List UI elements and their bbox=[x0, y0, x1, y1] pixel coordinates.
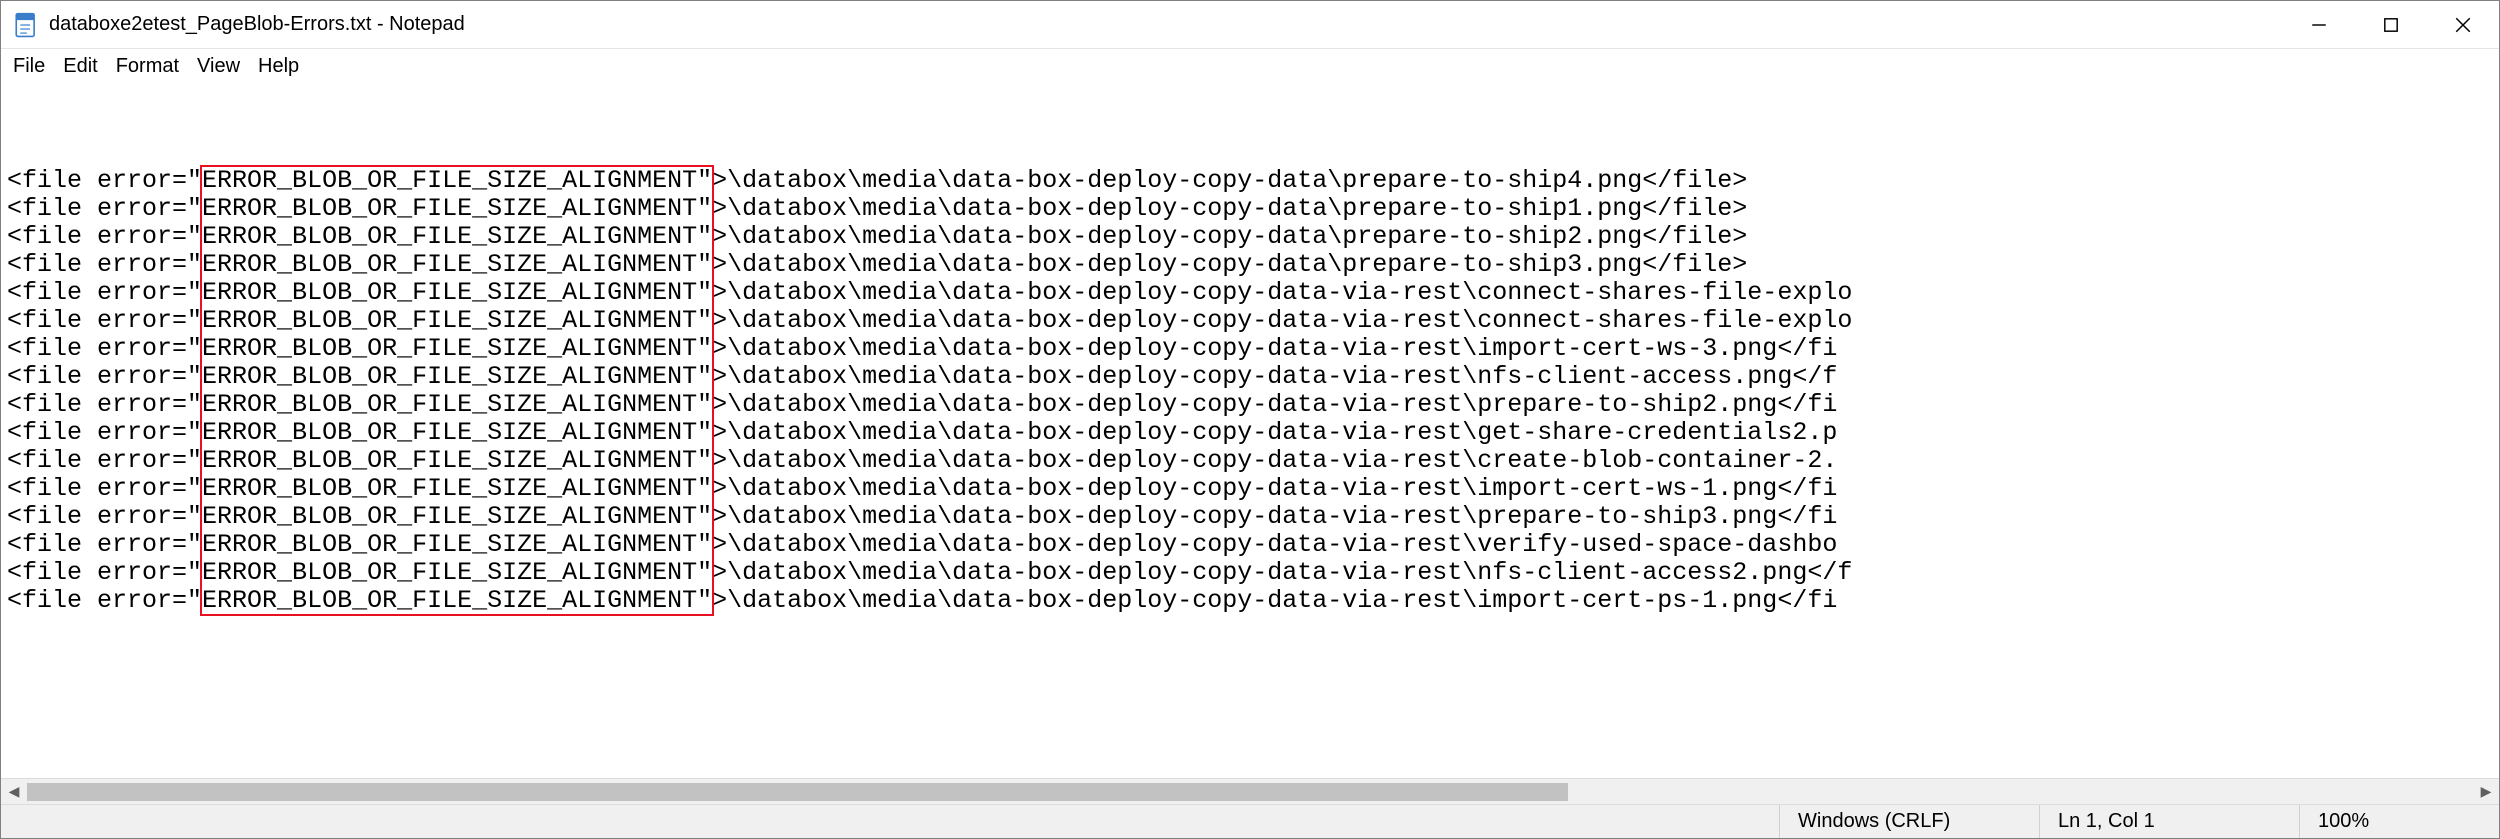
line-prefix: <file error=" bbox=[7, 447, 202, 475]
scroll-left-arrow[interactable]: ◀ bbox=[1, 779, 27, 805]
window-title: databoxe2etest_PageBlob-Errors.txt - Not… bbox=[49, 13, 465, 36]
line-prefix: <file error=" bbox=[7, 167, 202, 195]
scroll-right-arrow[interactable]: ▶ bbox=[2473, 779, 2499, 805]
line-prefix: <file error=" bbox=[7, 195, 202, 223]
menu-view[interactable]: View bbox=[189, 53, 248, 80]
scroll-track[interactable] bbox=[27, 779, 2473, 804]
text-area[interactable]: <file error="ERROR_BLOB_OR_FILE_SIZE_ALI… bbox=[1, 83, 2499, 778]
line-error-code: ERROR_BLOB_OR_FILE_SIZE_ALIGNMENT" bbox=[202, 335, 712, 363]
line-prefix: <file error=" bbox=[7, 251, 202, 279]
line-prefix: <file error=" bbox=[7, 587, 202, 615]
menu-format[interactable]: Format bbox=[108, 53, 187, 80]
text-line[interactable]: <file error="ERROR_BLOB_OR_FILE_SIZE_ALI… bbox=[7, 167, 2493, 195]
line-path: >\databox\media\data-box-deploy-copy-dat… bbox=[712, 475, 1837, 503]
line-prefix: <file error=" bbox=[7, 531, 202, 559]
text-line[interactable]: <file error="ERROR_BLOB_OR_FILE_SIZE_ALI… bbox=[7, 223, 2493, 251]
minimize-button[interactable] bbox=[2283, 1, 2355, 48]
line-error-code: ERROR_BLOB_OR_FILE_SIZE_ALIGNMENT" bbox=[202, 363, 712, 391]
notepad-icon bbox=[13, 12, 39, 38]
line-error-code: ERROR_BLOB_OR_FILE_SIZE_ALIGNMENT" bbox=[202, 195, 712, 223]
line-prefix: <file error=" bbox=[7, 419, 202, 447]
line-prefix: <file error=" bbox=[7, 391, 202, 419]
text-line[interactable]: <file error="ERROR_BLOB_OR_FILE_SIZE_ALI… bbox=[7, 503, 2493, 531]
text-line[interactable]: <file error="ERROR_BLOB_OR_FILE_SIZE_ALI… bbox=[7, 363, 2493, 391]
menu-help[interactable]: Help bbox=[250, 53, 307, 80]
line-path: >\databox\media\data-box-deploy-copy-dat… bbox=[712, 251, 1747, 279]
line-path: >\databox\media\data-box-deploy-copy-dat… bbox=[712, 587, 1837, 615]
status-zoom: 100% bbox=[2299, 805, 2499, 838]
line-error-code: ERROR_BLOB_OR_FILE_SIZE_ALIGNMENT" bbox=[202, 167, 712, 195]
line-path: >\databox\media\data-box-deploy-copy-dat… bbox=[712, 195, 1747, 223]
line-prefix: <file error=" bbox=[7, 363, 202, 391]
text-line[interactable]: <file error="ERROR_BLOB_OR_FILE_SIZE_ALI… bbox=[7, 195, 2493, 223]
line-error-code: ERROR_BLOB_OR_FILE_SIZE_ALIGNMENT" bbox=[202, 279, 712, 307]
line-prefix: <file error=" bbox=[7, 559, 202, 587]
titlebar[interactable]: databoxe2etest_PageBlob-Errors.txt - Not… bbox=[1, 1, 2499, 49]
line-error-code: ERROR_BLOB_OR_FILE_SIZE_ALIGNMENT" bbox=[202, 503, 712, 531]
line-path: >\databox\media\data-box-deploy-copy-dat… bbox=[712, 167, 1747, 195]
text-line[interactable]: <file error="ERROR_BLOB_OR_FILE_SIZE_ALI… bbox=[7, 531, 2493, 559]
text-line[interactable]: <file error="ERROR_BLOB_OR_FILE_SIZE_ALI… bbox=[7, 335, 2493, 363]
maximize-button[interactable] bbox=[2355, 1, 2427, 48]
scroll-thumb[interactable] bbox=[27, 783, 1568, 801]
text-line[interactable]: <file error="ERROR_BLOB_OR_FILE_SIZE_ALI… bbox=[7, 251, 2493, 279]
line-error-code: ERROR_BLOB_OR_FILE_SIZE_ALIGNMENT" bbox=[202, 419, 712, 447]
line-error-code: ERROR_BLOB_OR_FILE_SIZE_ALIGNMENT" bbox=[202, 531, 712, 559]
line-error-code: ERROR_BLOB_OR_FILE_SIZE_ALIGNMENT" bbox=[202, 251, 712, 279]
status-position: Ln 1, Col 1 bbox=[2039, 805, 2299, 838]
line-prefix: <file error=" bbox=[7, 475, 202, 503]
line-error-code: ERROR_BLOB_OR_FILE_SIZE_ALIGNMENT" bbox=[202, 475, 712, 503]
line-path: >\databox\media\data-box-deploy-copy-dat… bbox=[712, 531, 1837, 559]
content-wrap: <file error="ERROR_BLOB_OR_FILE_SIZE_ALI… bbox=[1, 83, 2499, 804]
line-path: >\databox\media\data-box-deploy-copy-dat… bbox=[712, 335, 1837, 363]
line-path: >\databox\media\data-box-deploy-copy-dat… bbox=[712, 307, 1852, 335]
status-line-ending: Windows (CRLF) bbox=[1779, 805, 2039, 838]
text-line[interactable]: <file error="ERROR_BLOB_OR_FILE_SIZE_ALI… bbox=[7, 307, 2493, 335]
notepad-window: databoxe2etest_PageBlob-Errors.txt - Not… bbox=[0, 0, 2500, 839]
horizontal-scrollbar[interactable]: ◀ ▶ bbox=[1, 778, 2499, 804]
line-error-code: ERROR_BLOB_OR_FILE_SIZE_ALIGNMENT" bbox=[202, 391, 712, 419]
line-error-code: ERROR_BLOB_OR_FILE_SIZE_ALIGNMENT" bbox=[202, 559, 712, 587]
statusbar: Windows (CRLF) Ln 1, Col 1 100% bbox=[1, 804, 2499, 838]
line-prefix: <file error=" bbox=[7, 335, 202, 363]
line-error-code: ERROR_BLOB_OR_FILE_SIZE_ALIGNMENT" bbox=[202, 587, 712, 615]
line-path: >\databox\media\data-box-deploy-copy-dat… bbox=[712, 223, 1747, 251]
text-line[interactable]: <file error="ERROR_BLOB_OR_FILE_SIZE_ALI… bbox=[7, 391, 2493, 419]
line-prefix: <file error=" bbox=[7, 503, 202, 531]
line-path: >\databox\media\data-box-deploy-copy-dat… bbox=[712, 279, 1852, 307]
text-line[interactable]: <file error="ERROR_BLOB_OR_FILE_SIZE_ALI… bbox=[7, 279, 2493, 307]
close-button[interactable] bbox=[2427, 1, 2499, 48]
line-prefix: <file error=" bbox=[7, 223, 202, 251]
menubar: File Edit Format View Help bbox=[1, 49, 2499, 83]
line-error-code: ERROR_BLOB_OR_FILE_SIZE_ALIGNMENT" bbox=[202, 223, 712, 251]
text-line[interactable]: <file error="ERROR_BLOB_OR_FILE_SIZE_ALI… bbox=[7, 559, 2493, 587]
text-line[interactable]: <file error="ERROR_BLOB_OR_FILE_SIZE_ALI… bbox=[7, 419, 2493, 447]
line-path: >\databox\media\data-box-deploy-copy-dat… bbox=[712, 559, 1852, 587]
window-controls bbox=[2283, 1, 2499, 48]
line-prefix: <file error=" bbox=[7, 279, 202, 307]
line-path: >\databox\media\data-box-deploy-copy-dat… bbox=[712, 447, 1837, 475]
line-error-code: ERROR_BLOB_OR_FILE_SIZE_ALIGNMENT" bbox=[202, 447, 712, 475]
menu-file[interactable]: File bbox=[5, 53, 53, 80]
line-path: >\databox\media\data-box-deploy-copy-dat… bbox=[712, 391, 1837, 419]
line-path: >\databox\media\data-box-deploy-copy-dat… bbox=[712, 363, 1837, 391]
text-line[interactable]: <file error="ERROR_BLOB_OR_FILE_SIZE_ALI… bbox=[7, 475, 2493, 503]
line-path: >\databox\media\data-box-deploy-copy-dat… bbox=[712, 419, 1837, 447]
line-path: >\databox\media\data-box-deploy-copy-dat… bbox=[712, 503, 1837, 531]
menu-edit[interactable]: Edit bbox=[55, 53, 105, 80]
line-error-code: ERROR_BLOB_OR_FILE_SIZE_ALIGNMENT" bbox=[202, 307, 712, 335]
text-line[interactable]: <file error="ERROR_BLOB_OR_FILE_SIZE_ALI… bbox=[7, 447, 2493, 475]
text-line[interactable]: <file error="ERROR_BLOB_OR_FILE_SIZE_ALI… bbox=[7, 587, 2493, 615]
line-prefix: <file error=" bbox=[7, 307, 202, 335]
